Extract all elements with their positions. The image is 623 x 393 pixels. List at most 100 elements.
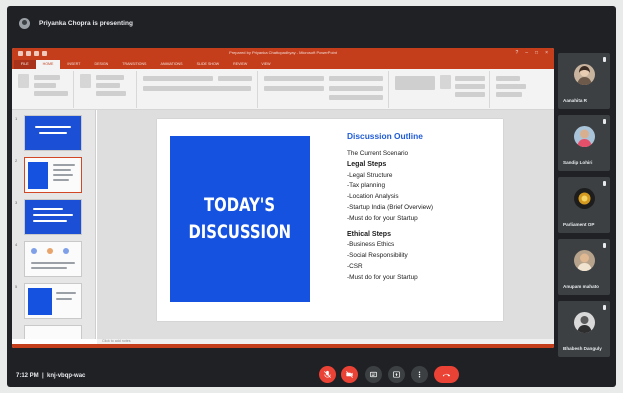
outline-line: -CSR [347,262,363,270]
list-buttons[interactable] [264,76,324,81]
replace-button[interactable] [496,84,526,89]
avatar [574,312,595,333]
select-button[interactable] [496,92,522,97]
notes-placeholder: Click to add notes [102,339,131,343]
paragraph-group [259,71,389,108]
mic-icon [603,119,606,124]
tab-view[interactable]: VIEW [254,60,277,69]
copy-button[interactable] [34,83,56,88]
tab-review[interactable]: REVIEW [226,60,254,69]
section-button[interactable] [96,91,126,96]
thumb-number: 3 [15,200,18,205]
close-icon[interactable]: × [545,50,548,57]
font-format-buttons[interactable] [143,86,251,91]
outline-heading: Legal Steps [347,160,387,168]
thumb-title-line [39,132,67,134]
arrange-icon[interactable] [440,75,451,89]
thumb-graphic [31,248,37,254]
outline-line: -Social Responsibility [347,252,408,260]
shapes-gallery[interactable] [395,76,435,90]
slide-thumb-6[interactable] [24,325,82,339]
font-name-box[interactable] [143,76,213,81]
heading-line-1: TODAY'S [204,194,276,216]
slide-thumbnails: 1 2 3 4 5 [12,110,96,339]
present-now-button[interactable] [388,366,405,383]
outline-line: The Current Scenario [347,150,409,157]
paste-icon[interactable] [18,74,29,88]
mic-toggle-button[interactable] [319,366,336,383]
find-button[interactable] [496,76,520,81]
align-text-button[interactable] [329,86,383,91]
leave-call-button[interactable] [434,366,459,383]
help-icon[interactable]: ? [515,50,518,57]
tab-file[interactable]: FILE [14,60,36,69]
present-icon [392,371,401,378]
participant-name: Parliament OP [563,222,595,227]
outline-line: -Tax planning [347,182,386,190]
drawing-group [390,71,490,108]
thumb-text-line [53,179,69,181]
avatar [574,250,595,271]
camera-toggle-button[interactable] [341,366,358,383]
shape-outline-button[interactable] [455,84,485,89]
tab-design[interactable]: DESIGN [88,60,116,69]
participant-tile[interactable]: Sandip Lohiri [558,115,610,171]
mic-icon [603,181,606,186]
minimize-icon[interactable]: – [525,50,528,57]
tab-insert[interactable]: INSERT [60,60,87,69]
meeting-time-code: 7:12 PM | knj-vbqp-wac [16,373,86,379]
meet-window: Priyanka Chopra is presenting Prepared b… [7,6,616,387]
maximize-icon[interactable]: □ [535,50,538,57]
format-painter-button[interactable] [34,91,68,96]
mic-icon [603,243,606,248]
outline-line: -Business Ethics [347,241,395,249]
thumb-graphic [47,248,53,254]
thumb-graphic [63,248,69,254]
avatar [574,126,595,147]
meeting-code: knj-vbqp-wac [47,373,86,379]
thumb-text-line [33,220,67,222]
slide-thumb-5[interactable] [24,283,82,319]
slides-group [75,71,137,108]
shape-fill-button[interactable] [455,76,485,81]
mic-off-icon [324,370,331,378]
slide-thumb-4[interactable] [24,241,82,277]
tab-home[interactable]: HOME [35,60,61,69]
thumb-blue-block [28,288,52,315]
smartart-button[interactable] [329,95,383,100]
cut-button[interactable] [34,75,60,80]
thumb-title-line [35,126,71,128]
current-slide[interactable]: TODAY'S DISCUSSION Discussion Outline Th… [157,119,503,321]
tab-transitions[interactable]: TRANSITIONS [115,60,153,69]
slide-thumb-2[interactable] [24,157,82,193]
outline-textbox[interactable]: Discussion Outline The Current Scenario … [347,131,497,284]
font-size-box[interactable] [218,76,252,81]
presenting-label: Priyanka Chopra is presenting [39,19,133,27]
tab-slide-show[interactable]: SLIDE SHOW [190,60,227,69]
captions-icon [369,371,378,378]
participant-tile[interactable]: Anupam mahato [558,239,610,295]
editing-group [491,71,551,108]
align-buttons[interactable] [264,86,324,91]
thumb-text-line [31,262,75,264]
ppt-status-bar [12,344,554,348]
thumb-text-line [56,292,76,294]
thumb-text-line [53,174,73,176]
slide-thumb-1[interactable] [24,115,82,151]
participant-tile[interactable]: Parliament OP [558,177,610,233]
slide-thumb-3[interactable] [24,199,82,235]
captions-button[interactable] [365,366,382,383]
ppt-window-title: Prepared by Priyanka Chattopadhyay - Mic… [229,50,337,55]
text-direction-button[interactable] [329,76,383,81]
outline-line: -Must do for your Startup [347,214,418,222]
layout-button[interactable] [96,75,124,80]
new-slide-icon[interactable] [80,74,91,88]
shared-screen[interactable]: Prepared by Priyanka Chattopadhyay - Mic… [12,48,554,348]
reset-button[interactable] [96,83,120,88]
participant-tile[interactable]: Aanahita R [558,53,610,109]
outline-line: -Legal Structure [347,171,393,179]
more-options-button[interactable] [411,366,428,383]
shape-effects-button[interactable] [455,92,485,97]
participant-tile[interactable]: Bhabesh Danguly [558,301,610,357]
tab-animations[interactable]: ANIMATIONS [153,60,189,69]
